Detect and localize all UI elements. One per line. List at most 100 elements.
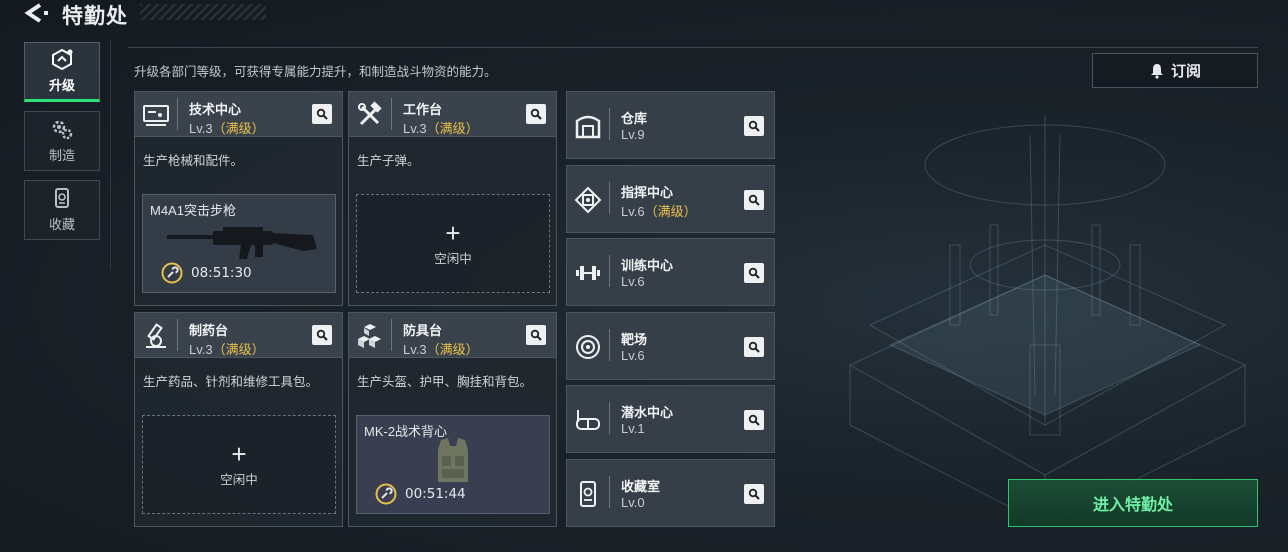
card-level: Lv.3（满级） xyxy=(403,342,479,357)
upgrade-icon xyxy=(52,48,73,70)
magnifier-icon xyxy=(748,267,760,279)
inspect-button[interactable] xyxy=(744,410,764,430)
nav-item-collection[interactable]: 收藏 xyxy=(24,180,100,240)
tech-center-icon xyxy=(143,105,169,126)
facility-name: 仓库 xyxy=(621,111,648,126)
empty-production-slot[interactable]: + 空闲中 xyxy=(142,415,336,514)
card-pharmacy[interactable]: 制药台 Lv.3（满级） 生产药品、针剂和维修工具包。 + 空闲中 xyxy=(134,312,343,527)
facility-name: 靶场 xyxy=(621,332,648,347)
nav-label-upgrade: 升级 xyxy=(48,78,75,93)
facility-name: 指挥中心 xyxy=(621,185,674,200)
production-slot[interactable]: M4A1突击步枪 08:51:30 xyxy=(142,194,336,293)
collection-room-icon xyxy=(580,481,596,507)
inspect-button[interactable] xyxy=(744,484,764,504)
timer-wrench-icon xyxy=(375,483,397,505)
target-icon xyxy=(576,335,600,359)
command-center-icon xyxy=(574,186,602,214)
timer-wrench-icon xyxy=(161,262,183,284)
magnifier-icon xyxy=(748,120,760,132)
divider-line xyxy=(128,47,1258,48)
facility-collection-room[interactable]: 收藏室 Lv.0 xyxy=(566,459,775,527)
inspect-button[interactable] xyxy=(526,325,546,345)
nav-label-collection: 收藏 xyxy=(48,217,75,232)
card-workbench[interactable]: 工作台 Lv.3（满级） 生产子弹。 + 空闲中 xyxy=(348,91,557,306)
inspect-button[interactable] xyxy=(744,116,764,136)
card-description: 生产枪械和配件。 xyxy=(143,154,244,168)
card-armor-bench[interactable]: 防具台 Lv.3（满级） 生产头盔、护甲、胸挂和背包。 MK-2战术背心 00:… xyxy=(348,312,557,527)
building-hologram xyxy=(848,115,1247,526)
subscribe-button[interactable]: 订阅 xyxy=(1092,53,1258,88)
facility-level: Lv.1 xyxy=(621,421,645,436)
inspect-button[interactable] xyxy=(744,190,764,210)
card-header: 防具台 Lv.3（满级） xyxy=(349,313,556,358)
facility-command-center[interactable]: 指挥中心 Lv.6（满级） xyxy=(566,165,775,233)
empty-production-slot[interactable]: + 空闲中 xyxy=(356,194,550,293)
card-name: 防具台 xyxy=(403,323,443,338)
magnifier-icon xyxy=(316,108,328,120)
workbench-icon xyxy=(358,101,382,126)
card-level: Lv.3（满级） xyxy=(189,342,265,357)
facility-warehouse[interactable]: 仓库 Lv.9 xyxy=(566,91,775,159)
inspect-button[interactable] xyxy=(526,104,546,124)
rifle-image xyxy=(167,227,317,259)
inspect-button[interactable] xyxy=(312,325,332,345)
facility-shooting-range[interactable]: 靶场 Lv.6 xyxy=(566,312,775,380)
magnifier-icon xyxy=(748,341,760,353)
dumbbell-icon xyxy=(576,266,600,280)
craft-timer: 00:51:44 xyxy=(405,486,466,502)
facility-level: Lv.0 xyxy=(621,495,645,510)
card-description: 生产头盔、护甲、胸挂和背包。 xyxy=(357,375,533,389)
facility-name: 潜水中心 xyxy=(621,405,674,420)
card-header: 技术中心 Lv.3（满级） xyxy=(135,92,342,137)
inspect-button[interactable] xyxy=(744,337,764,357)
collection-icon xyxy=(55,188,69,208)
subscribe-label: 订阅 xyxy=(1170,63,1201,80)
page-description: 升级各部门等级，可获得专属能力提升，和制造战斗物资的能力。 xyxy=(134,65,497,79)
card-description: 生产药品、针剂和维修工具包。 xyxy=(143,375,319,389)
magnifier-icon xyxy=(748,414,760,426)
card-name: 制药台 xyxy=(189,323,229,338)
nav-item-upgrade[interactable]: 升级 xyxy=(24,42,100,102)
item-name: M4A1突击步枪 xyxy=(150,203,236,218)
card-description: 生产子弹。 xyxy=(357,154,420,168)
card-level: Lv.3（满级） xyxy=(189,121,265,136)
enter-special-ops-button[interactable]: 进入特勤处 xyxy=(1008,479,1258,527)
bell-icon xyxy=(1150,63,1163,79)
title-decoration xyxy=(140,4,266,20)
facility-level: Lv.6 xyxy=(621,274,645,289)
inspect-button[interactable] xyxy=(312,104,332,124)
facility-training-center[interactable]: 训练中心 Lv.6 xyxy=(566,238,775,306)
facility-name: 训练中心 xyxy=(621,258,674,273)
pharmacy-icon xyxy=(146,323,166,348)
diving-mask-icon xyxy=(576,410,600,430)
nav-divider xyxy=(110,40,111,270)
nav-item-craft[interactable]: 制造 xyxy=(24,111,100,171)
magnifier-icon xyxy=(748,194,760,206)
inspect-button[interactable] xyxy=(744,263,764,283)
magnifier-icon xyxy=(316,329,328,341)
gears-icon xyxy=(52,120,73,140)
tactical-vest-image xyxy=(438,438,468,482)
magnifier-icon xyxy=(530,108,542,120)
plus-icon: + xyxy=(231,439,247,469)
card-level: Lv.3（满级） xyxy=(403,121,479,136)
warehouse-icon xyxy=(575,115,601,139)
magnifier-icon xyxy=(530,329,542,341)
card-tech-center[interactable]: 技术中心 Lv.3（满级） 生产枪械和配件。 M4A1突击步枪 08:51:30 xyxy=(134,91,343,306)
plus-icon: + xyxy=(445,218,461,248)
facility-name: 收藏室 xyxy=(621,479,661,494)
back-arrow-icon[interactable] xyxy=(22,2,50,24)
facility-level: Lv.9 xyxy=(621,127,645,142)
card-name: 技术中心 xyxy=(189,102,242,117)
craft-timer: 08:51:30 xyxy=(191,265,252,281)
idle-label: 空闲中 xyxy=(220,473,258,487)
facility-diving-center[interactable]: 潜水中心 Lv.1 xyxy=(566,385,775,453)
production-slot[interactable]: MK-2战术背心 00:51:44 xyxy=(356,415,550,514)
idle-label: 空闲中 xyxy=(434,252,472,266)
card-header: 工作台 Lv.3（满级） xyxy=(349,92,556,137)
magnifier-icon xyxy=(748,488,760,500)
facility-level: Lv.6（满级） xyxy=(621,204,697,219)
nav-label-craft: 制造 xyxy=(48,148,75,163)
armor-bench-icon xyxy=(358,324,381,348)
facility-level: Lv.6 xyxy=(621,348,645,363)
